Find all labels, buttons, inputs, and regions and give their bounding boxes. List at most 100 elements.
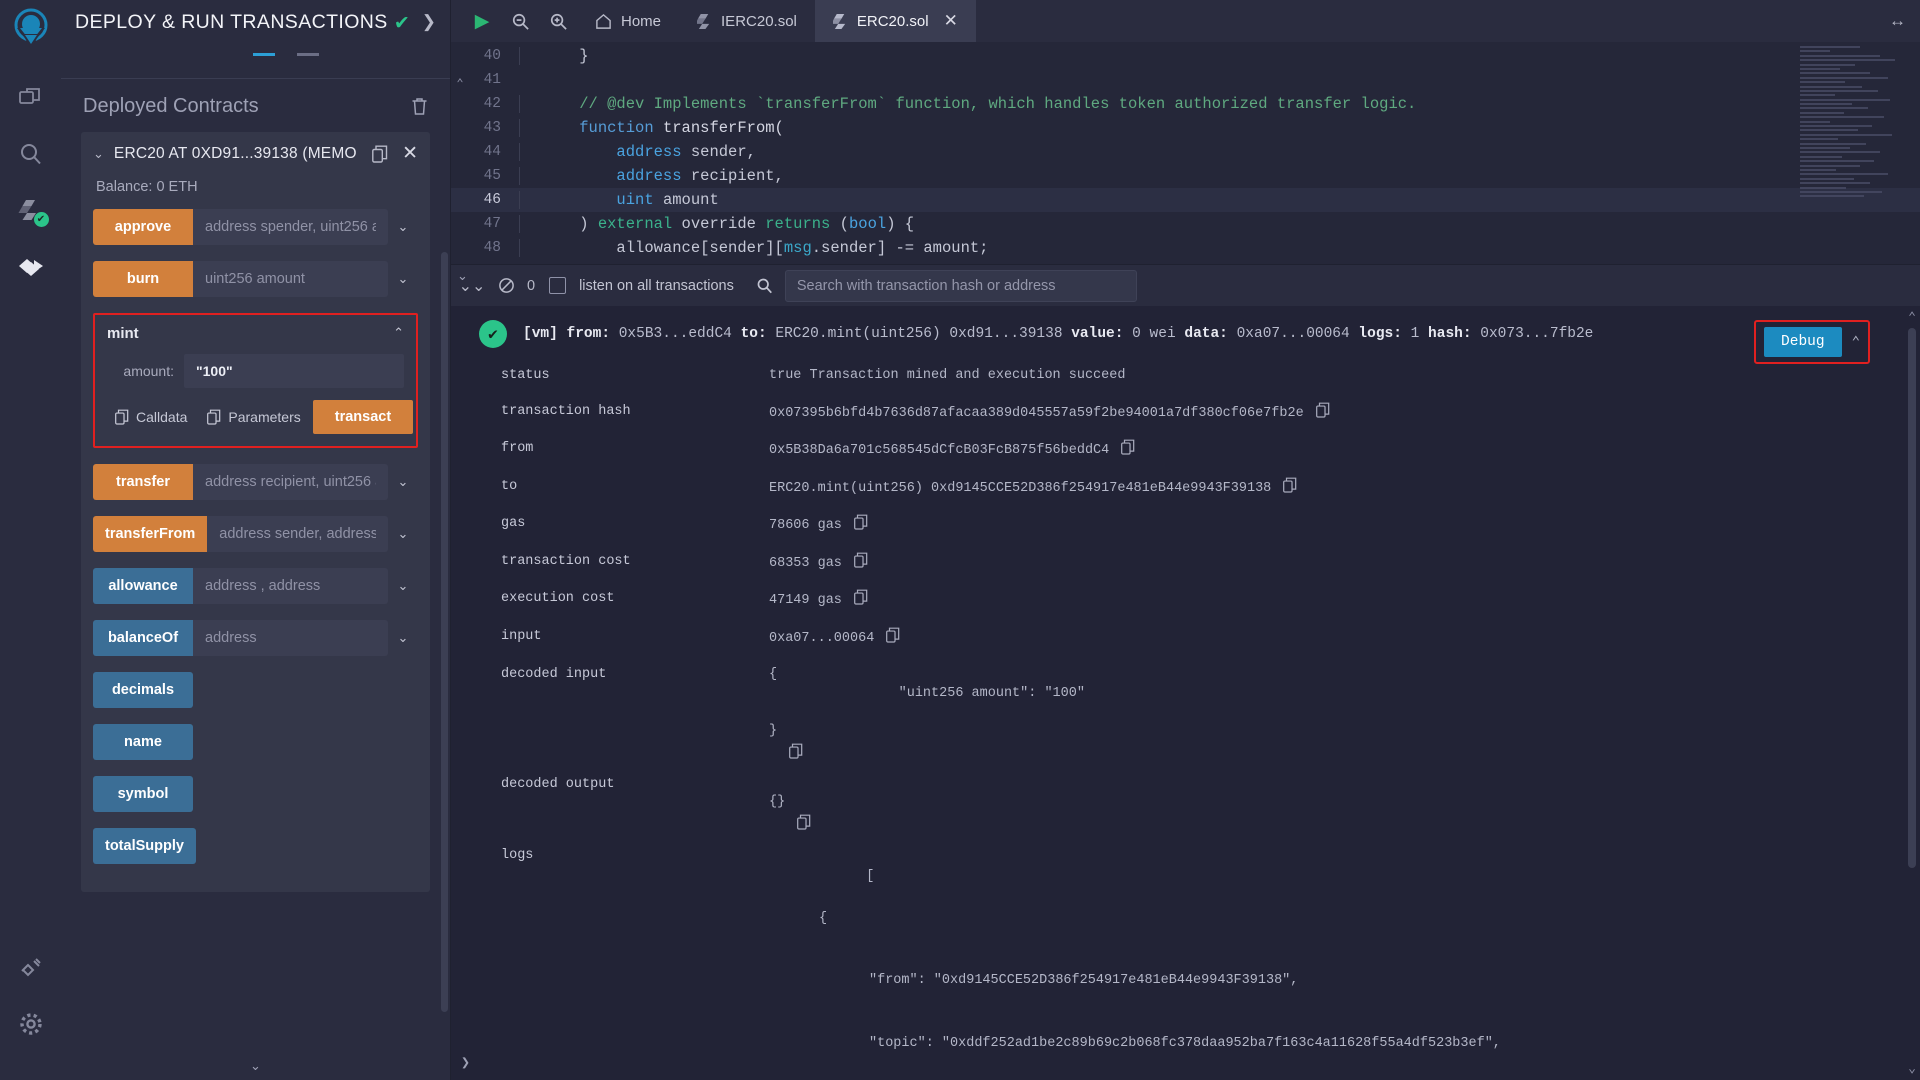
function-expand-caret-transferfrom-icon[interactable]: ⌄	[388, 516, 418, 552]
copy-icon[interactable]	[854, 589, 868, 605]
trash-icon[interactable]	[411, 97, 428, 116]
function-button-symbol[interactable]: symbol	[93, 776, 193, 812]
copy-icon[interactable]	[1121, 439, 1135, 455]
transaction-search-input[interactable]	[784, 269, 1137, 302]
toggle-panels-icon[interactable]: ↔	[1889, 11, 1920, 31]
transaction-summary-row[interactable]: ✔ [vm] from: 0x5B3...eddC4 to: ERC20.min…	[479, 320, 1856, 348]
debug-button[interactable]: Debug	[1764, 327, 1842, 357]
copy-icon[interactable]	[886, 627, 900, 643]
detail-key: execution cost	[501, 591, 615, 607]
solidity-compiler-icon[interactable]: ✔	[11, 190, 51, 230]
run-script-icon[interactable]: ▶	[463, 0, 501, 42]
contract-collapse-caret-icon[interactable]: ⌄	[93, 146, 104, 162]
code-editor[interactable]: ⌃ 40 } 41 42 // @dev Implements `transferF…	[451, 42, 1920, 264]
function-expand-caret-transfer-icon[interactable]: ⌄	[388, 464, 418, 500]
copy-parameters-button[interactable]: Parameters	[199, 405, 308, 429]
editor-collapse-caret-icon[interactable]: ⌄	[457, 268, 468, 284]
function-button-balanceof[interactable]: balanceOf	[93, 620, 193, 656]
function-button-decimals[interactable]: decimals	[93, 672, 193, 708]
panel-pager-dot-2[interactable]	[296, 53, 319, 56]
tab-erc20-sol[interactable]: ERC20.sol ✕	[814, 0, 976, 42]
tab-home[interactable]: Home	[577, 0, 679, 42]
file-explorer-icon[interactable]	[11, 78, 51, 118]
detail-value-text: 0xa07...00064	[769, 630, 875, 646]
function-button-transferfrom[interactable]: transferFrom	[93, 516, 208, 552]
function-input-transferfrom[interactable]	[207, 516, 388, 552]
minimap-line	[1800, 120, 1830, 123]
tab-close-icon[interactable]: ✕	[944, 11, 958, 31]
detail-value: ERC20.mint(uint256) 0xd9145CCE52D386f254…	[769, 477, 1297, 499]
zoom-out-icon[interactable]	[501, 0, 539, 42]
decoded-input-close: }	[769, 723, 778, 739]
clear-console-icon[interactable]	[491, 265, 521, 307]
function-button-approve[interactable]: approve	[93, 209, 193, 245]
terminal-scroll-down-icon[interactable]: ⌄	[1908, 1061, 1916, 1076]
minimap-line	[1800, 94, 1835, 97]
remix-logo[interactable]	[7, 6, 55, 54]
copy-address-icon[interactable]	[372, 145, 388, 163]
editor-line-number: 45	[483, 168, 501, 184]
close-contract-icon[interactable]: ✕	[402, 142, 418, 165]
function-row-totalsupply: totalSupply	[93, 828, 418, 864]
detail-row: transaction cost 68353 gas	[479, 552, 1856, 574]
function-row-balanceof: balanceOf ⌄	[93, 620, 418, 656]
function-button-transfer[interactable]: transfer	[93, 464, 193, 500]
panel-expand-chevron-icon[interactable]: ❯	[422, 12, 436, 32]
settings-gear-icon[interactable]	[11, 1004, 51, 1044]
editor-scroll-up-icon[interactable]: ⌃	[451, 76, 469, 91]
plugin-manager-icon[interactable]	[11, 948, 51, 988]
deploy-run-icon[interactable]	[11, 246, 51, 286]
editor-minimap[interactable]	[1794, 42, 1906, 198]
copy-icon[interactable]	[854, 552, 868, 568]
search-icon[interactable]	[11, 134, 51, 174]
function-expand-caret-approve-icon[interactable]: ⌄	[388, 209, 418, 245]
function-input-balanceof[interactable]	[193, 620, 388, 656]
detail-row: to ERC20.mint(uint256) 0xd9145CCE52D386f2…	[479, 477, 1856, 499]
copy-decoded-input-icon[interactable]	[789, 704, 902, 759]
transact-button[interactable]: transact	[312, 400, 414, 434]
panel-pager-dot-1[interactable]	[252, 53, 275, 56]
function-button-allowance[interactable]: allowance	[93, 568, 193, 604]
deploy-run-panel: DEPLOY & RUN TRANSACTIONS ✔ ❯ Deployed C…	[61, 0, 451, 1080]
tab-ierc20-label: IERC20.sol	[721, 12, 797, 30]
copy-calldata-button[interactable]: Calldata	[107, 405, 195, 429]
function-button-name[interactable]: name	[93, 724, 193, 760]
collapse-details-caret-icon[interactable]: ⌃	[1852, 334, 1860, 351]
copy-icon[interactable]	[1315, 402, 1330, 418]
copy-icon[interactable]	[854, 514, 868, 530]
detail-key-logs: logs	[501, 847, 534, 863]
function-input-allowance[interactable]	[193, 568, 388, 604]
terminal-search-icon[interactable]	[756, 277, 773, 294]
minimap-line	[1800, 190, 1882, 193]
function-button-burn[interactable]: burn	[93, 261, 193, 297]
logs-from-line: "from": "0xd9145CCE52D386f254917e481eB44…	[869, 973, 1299, 989]
function-expand-caret-burn-icon[interactable]: ⌄	[388, 261, 418, 297]
editor-line-code: // @dev Implements `transferFrom` functi…	[519, 95, 1920, 113]
mint-amount-input[interactable]	[184, 354, 404, 388]
function-input-approve[interactable]	[193, 209, 388, 245]
contract-balance-label: Balance: 0 ETH	[96, 179, 198, 195]
minimap-line	[1800, 173, 1888, 176]
function-button-totalsupply[interactable]: totalSupply	[93, 828, 196, 864]
function-expand-caret-balanceof-icon[interactable]: ⌄	[388, 620, 418, 656]
terminal-scroll-up-icon[interactable]: ⌃	[1908, 310, 1916, 325]
copy-icon[interactable]	[1283, 477, 1297, 493]
listen-all-transactions-checkbox[interactable]	[549, 277, 567, 294]
transaction-entry: ✔ [vm] from: 0x5B3...eddC4 to: ERC20.min…	[451, 320, 1920, 1080]
mint-collapse-caret-icon[interactable]: ⌃	[393, 325, 404, 341]
tab-ierc20-sol[interactable]: IERC20.sol	[679, 0, 815, 42]
terminal-prompt-caret-icon[interactable]: ❯	[461, 1053, 470, 1072]
panel-scroll-down-icon[interactable]: ⌄	[250, 1058, 261, 1074]
function-input-burn[interactable]	[193, 261, 388, 297]
minimap-line	[1800, 76, 1888, 79]
function-row-decimals: decimals	[93, 672, 418, 708]
zoom-in-icon[interactable]	[539, 0, 577, 42]
function-input-transfer[interactable]	[193, 464, 388, 500]
copy-calldata-icon	[115, 409, 129, 425]
copy-decoded-output-icon[interactable]	[797, 775, 910, 830]
terminal-scrollbar[interactable]	[1908, 328, 1916, 868]
function-expand-caret-allowance-icon[interactable]: ⌄	[388, 568, 418, 604]
decoded-output-value: {}	[769, 794, 786, 810]
panel-scrollbar[interactable]	[441, 252, 448, 1012]
tab-home-label: Home	[621, 12, 662, 30]
